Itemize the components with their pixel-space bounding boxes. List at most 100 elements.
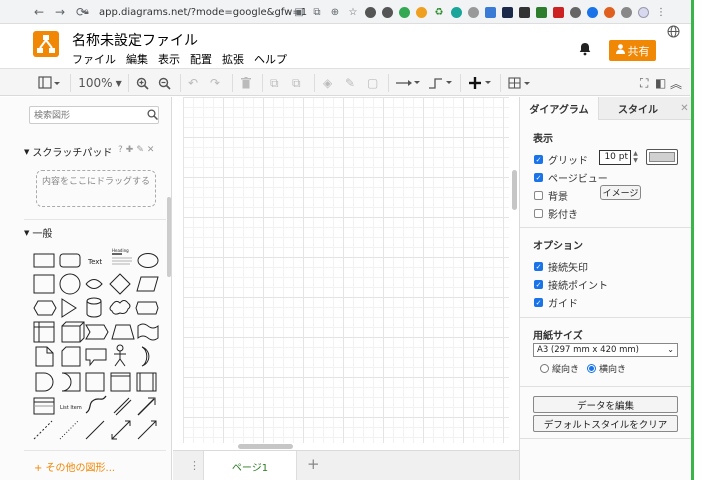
shape-display[interactable] bbox=[135, 301, 159, 315]
shape-dotted-line[interactable] bbox=[59, 420, 79, 440]
profile-avatar-icon[interactable] bbox=[638, 6, 649, 18]
shape-arrow[interactable] bbox=[137, 397, 156, 416]
shape-dashed-line[interactable] bbox=[33, 420, 53, 440]
edit-icon[interactable]: ✎ bbox=[136, 145, 144, 155]
tab-diagram[interactable]: ダイアグラム bbox=[520, 97, 598, 120]
tab-style[interactable]: スタイル bbox=[598, 97, 677, 120]
background-image-button[interactable]: イメージ bbox=[600, 185, 641, 200]
shape-search-input[interactable] bbox=[29, 106, 159, 124]
format-panel-toggle-icon[interactable] bbox=[38, 72, 60, 94]
menu-help[interactable]: ヘルプ bbox=[254, 51, 287, 67]
grid-size-input[interactable]: 10 pt bbox=[599, 150, 631, 165]
page-menu-icon[interactable]: ⋮ bbox=[189, 459, 200, 472]
close-panel-icon[interactable]: ✕ bbox=[677, 97, 692, 120]
search-icon[interactable] bbox=[147, 109, 159, 121]
extension-icon[interactable] bbox=[365, 6, 376, 18]
extension-icon[interactable] bbox=[468, 6, 479, 18]
shape-hexagon[interactable] bbox=[33, 300, 57, 316]
menu-view[interactable]: 表示 bbox=[158, 51, 180, 67]
left-panel-scrollbar[interactable] bbox=[167, 197, 171, 277]
more-shapes-link[interactable]: + その他の図形... bbox=[34, 459, 115, 474]
shape-heading[interactable] bbox=[112, 253, 132, 265]
shape-ellipse[interactable] bbox=[137, 253, 159, 268]
shadow-icon[interactable]: ▢ bbox=[367, 72, 378, 94]
canvas-grid[interactable] bbox=[183, 97, 509, 443]
extension-icon[interactable] bbox=[553, 6, 564, 18]
shape-note[interactable] bbox=[35, 346, 54, 367]
grid-size-stepper[interactable]: ▲ ▼ bbox=[632, 150, 639, 165]
shape-list-item-label[interactable]: List Item bbox=[60, 405, 82, 411]
extension-icon[interactable] bbox=[519, 6, 530, 18]
notification-bell-icon[interactable] bbox=[578, 42, 592, 56]
close-icon[interactable]: ✕ bbox=[147, 145, 155, 155]
shape-callout[interactable] bbox=[85, 348, 107, 367]
shape-curve[interactable] bbox=[85, 395, 107, 414]
guides-checkbox[interactable]: ✓ ガイド bbox=[534, 295, 578, 310]
waypoints-icon[interactable] bbox=[428, 72, 452, 94]
shape-step[interactable] bbox=[85, 324, 109, 340]
shape-data-storage[interactable] bbox=[61, 372, 81, 392]
shape-line[interactable] bbox=[85, 420, 105, 440]
general-header[interactable]: ▼ 一般 bbox=[24, 225, 52, 241]
help-icon[interactable]: ? bbox=[118, 145, 123, 155]
extension-icon[interactable] bbox=[621, 6, 632, 18]
shape-process-bar[interactable] bbox=[136, 372, 157, 392]
menu-arrange[interactable]: 配置 bbox=[190, 51, 212, 67]
share-button[interactable]: 共有 bbox=[609, 40, 656, 61]
shape-double-arrow-line[interactable] bbox=[111, 420, 131, 440]
shape-internal-storage[interactable] bbox=[33, 321, 55, 343]
zoom-in-icon[interactable] bbox=[136, 72, 149, 94]
globe-icon[interactable] bbox=[667, 25, 680, 38]
shape-cylinder[interactable] bbox=[86, 297, 102, 318]
shape-cloud[interactable] bbox=[109, 300, 131, 315]
shape-parallelogram[interactable] bbox=[136, 276, 159, 292]
extension-icon[interactable] bbox=[382, 6, 393, 18]
shape-triangle[interactable] bbox=[61, 298, 77, 318]
translate-icon[interactable]: ⧉ bbox=[311, 6, 323, 18]
scratchpad-header[interactable]: ▼ スクラッチパッド bbox=[24, 144, 112, 160]
redo-icon[interactable]: ↷ bbox=[210, 72, 220, 94]
page-view-checkbox[interactable]: ✓ ページビュー bbox=[534, 170, 608, 185]
extension-icon[interactable] bbox=[587, 6, 598, 18]
canvas-horizontal-scrollbar[interactable] bbox=[238, 444, 293, 449]
shape-diamond[interactable] bbox=[109, 273, 131, 295]
zoom-dropdown[interactable]: 100% ▼ bbox=[78, 72, 121, 94]
format-panel-icon[interactable]: ◧ bbox=[655, 72, 666, 94]
portrait-radio[interactable]: 縦向き bbox=[540, 362, 579, 375]
shape-cube[interactable] bbox=[61, 321, 85, 343]
bookmark-doc-icon[interactable]: ▣ bbox=[293, 6, 305, 18]
shape-rectangle[interactable] bbox=[33, 253, 55, 268]
document-title[interactable]: 名称未設定ファイル bbox=[72, 30, 198, 50]
extension-icon[interactable] bbox=[451, 6, 462, 18]
shape-moon[interactable] bbox=[141, 346, 150, 367]
shadow-checkbox[interactable]: 影付き bbox=[534, 206, 578, 221]
connection-arrows-checkbox[interactable]: ✓ 接続矢印 bbox=[534, 259, 588, 274]
connection-points-checkbox[interactable]: ✓ 接続ポイント bbox=[534, 277, 608, 292]
landscape-radio[interactable]: 横向き bbox=[587, 362, 626, 375]
shape-frame[interactable] bbox=[110, 372, 131, 392]
grid-color-button[interactable] bbox=[646, 149, 678, 165]
forward-icon[interactable]: → bbox=[51, 3, 69, 21]
shape-container[interactable] bbox=[33, 397, 55, 415]
shape-actor[interactable] bbox=[114, 344, 126, 367]
extension-icon[interactable] bbox=[570, 6, 581, 18]
to-front-icon[interactable]: ⧉ bbox=[270, 72, 279, 94]
extension-icon[interactable] bbox=[604, 6, 615, 18]
insert-plus-icon[interactable] bbox=[468, 72, 492, 94]
fullscreen-icon[interactable]: ⛶ bbox=[640, 72, 648, 94]
shape-tape[interactable] bbox=[137, 323, 159, 341]
extension-icon[interactable] bbox=[536, 6, 547, 18]
connection-style-icon[interactable] bbox=[396, 72, 420, 94]
paper-size-select[interactable]: A3 (297 mm x 420 mm) ⌄ bbox=[533, 343, 678, 357]
recycle-icon[interactable]: ♻ bbox=[433, 6, 445, 18]
menu-extras[interactable]: 拡張 bbox=[222, 51, 244, 67]
shape-rounded-rectangle[interactable] bbox=[59, 253, 81, 268]
table-insert-icon[interactable] bbox=[508, 72, 532, 94]
shape-directional-line[interactable] bbox=[137, 420, 157, 440]
line-color-icon[interactable]: ✎ bbox=[345, 72, 355, 94]
shape-card[interactable] bbox=[61, 346, 81, 367]
extension-icon[interactable] bbox=[416, 6, 427, 18]
page-tab[interactable]: ページ1 bbox=[203, 451, 297, 480]
shape-square[interactable] bbox=[33, 274, 55, 294]
add-page-icon[interactable]: + bbox=[307, 455, 320, 473]
